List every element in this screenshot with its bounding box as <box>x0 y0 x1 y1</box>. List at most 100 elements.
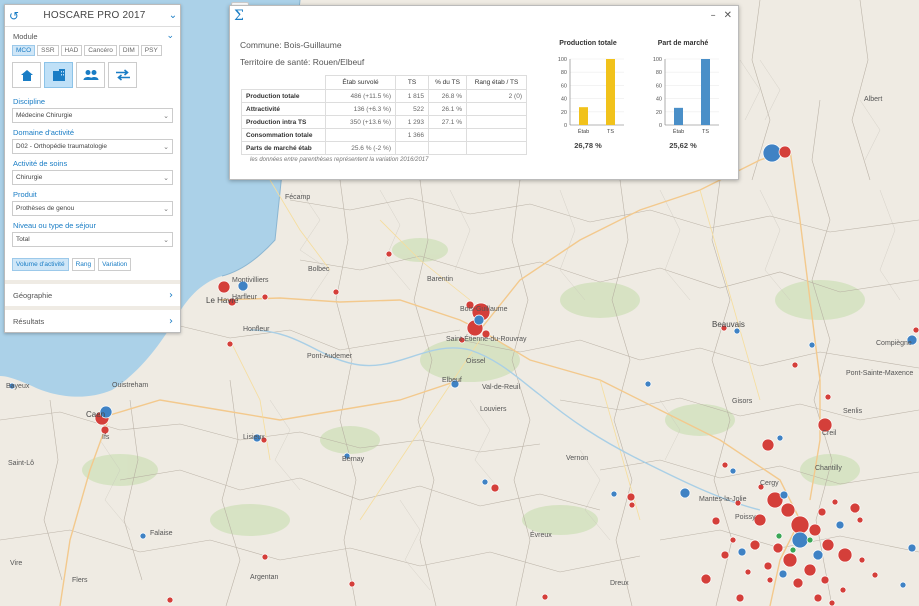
y-tick-label: 20 <box>561 110 567 116</box>
x-tick-label: TS <box>607 129 614 135</box>
map-label-saint-lo: Saint-Lô <box>8 460 35 467</box>
stats-table: Étab survolé TS % du TS Rang étab / TS P… <box>241 75 527 155</box>
domaine-select[interactable]: D02 - Orthopédie traumatologie ⌄ <box>12 139 173 154</box>
table-cell <box>466 128 527 142</box>
app-title: HOSCARE PRO 2017 <box>43 10 146 21</box>
chevron-down-icon: ⌄ <box>163 235 169 244</box>
produit-select[interactable]: Prothèses de genou ⌄ <box>12 201 173 216</box>
transfer-button[interactable] <box>108 62 137 88</box>
sigma-icon: Σ <box>234 8 244 24</box>
tab-ssr[interactable]: SSR <box>37 45 59 56</box>
activite-value: Chirurgie <box>16 174 43 181</box>
patients-icon <box>83 70 98 80</box>
map-label-vire: Vire <box>10 560 23 567</box>
map-label-caen: Caen <box>86 410 106 419</box>
table-row: Production totale 486 (+11.5 %) 1 815 26.8 … <box>241 89 527 103</box>
tab-cancero[interactable]: Cancéro <box>84 45 117 56</box>
resultats-section[interactable]: Résultats › <box>5 306 180 332</box>
establishment-button[interactable] <box>12 62 41 88</box>
table-cell: Attractivité <box>241 102 326 116</box>
map-label-mantes: Mantes-la-Jolie <box>699 496 747 503</box>
minimize-icon[interactable]: – <box>711 10 716 21</box>
map-label-fecamp: Fécamp <box>285 194 311 201</box>
map-label-louviers: Louviers <box>480 406 507 413</box>
rang-button[interactable]: Rang <box>71 258 96 271</box>
map-label-vernon: Vernon <box>566 455 589 462</box>
y-tick-label: 100 <box>558 57 567 63</box>
discipline-value: Médecine Chirurgie <box>16 112 73 119</box>
map-label-chantilly: Chantilly <box>815 465 842 472</box>
map-label-flers: Flers <box>72 577 88 584</box>
x-tick-label: TS <box>702 129 709 135</box>
x-tick-label: Étab <box>673 128 684 135</box>
map-label-beauvais: Beauvais <box>712 320 745 329</box>
table-header: TS <box>395 75 429 90</box>
map-label-barentin: Barentin <box>427 276 454 283</box>
map-label-montivilliers: Montivilliers <box>232 277 269 284</box>
building-button[interactable] <box>44 62 73 88</box>
discipline-select[interactable]: Médecine Chirurgie ⌄ <box>12 108 173 123</box>
table-cell: 26.8 % <box>428 89 467 103</box>
table-cell <box>395 141 429 155</box>
table-cell <box>466 141 527 155</box>
niveau-select[interactable]: Total ⌄ <box>12 232 173 247</box>
table-cell: 26.1 % <box>428 102 467 116</box>
market-share-chart-block: Part de marché 0 20 40 60 80 100 Étab TS 25,62 … <box>643 40 723 150</box>
tab-dim[interactable]: DIM <box>118 45 139 56</box>
y-tick-label: 100 <box>653 57 662 63</box>
geographie-section[interactable]: Géographie › <box>5 280 180 306</box>
establishment-icon <box>20 69 33 81</box>
territoire-text: Territoire de santé: Rouen/Elbeuf <box>240 57 365 67</box>
y-tick-label: 60 <box>656 83 662 89</box>
chevron-right-icon: › <box>169 315 173 327</box>
variation-button[interactable]: Variation <box>98 258 132 271</box>
refresh-icon[interactable]: ↺ <box>5 9 23 23</box>
table-cell <box>466 115 527 129</box>
map-label-pont-audemer: Pont-Audemer <box>307 353 353 360</box>
y-tick-label: 80 <box>656 70 662 76</box>
resultats-label: Résultats <box>13 316 45 326</box>
tab-psy[interactable]: PSY <box>140 45 162 56</box>
map-label-evreux: Évreux <box>530 532 552 539</box>
map-label-le-havre: Le Havre <box>206 296 239 305</box>
table-row: Parts de marché étab 25.6 % (-2 %) <box>241 141 527 155</box>
view-icons <box>5 58 180 92</box>
bar-tab <box>674 107 683 125</box>
activite-label: Activité de soins <box>13 159 68 168</box>
map-label-poissy: Poissy <box>735 514 756 521</box>
chevron-down-icon[interactable]: ⌄ <box>166 10 180 21</box>
view-buttons: Volume d'activité Rang Variation <box>5 247 180 280</box>
table-cell <box>428 128 467 142</box>
module-row[interactable]: Module ⌄ <box>5 27 180 43</box>
building-icon <box>52 69 65 81</box>
tab-mco[interactable]: MCO <box>12 45 36 56</box>
chevron-down-icon[interactable]: ⌄ <box>166 31 174 41</box>
patients-button[interactable] <box>76 62 105 88</box>
table-header-row: Étab survolé TS % du TS Rang étab / TS <box>242 75 527 90</box>
map-label-lisieux: Lisieux <box>243 434 265 441</box>
commune-text: Commune: Bois-Guillaume <box>240 40 342 50</box>
activite-select[interactable]: Chirurgie ⌄ <box>12 170 173 185</box>
table-row: Consommation totale 1 366 <box>241 128 527 142</box>
table-cell: 25.6 % (-2 %) <box>325 141 396 155</box>
table-cell: 2 (0) <box>466 89 527 103</box>
chevron-down-icon: ⌄ <box>163 142 169 151</box>
chevron-down-icon: ⌄ <box>163 204 169 213</box>
map-label-bayeux: Bayeux <box>6 383 30 390</box>
transfer-icon <box>115 69 130 81</box>
tab-had[interactable]: HAD <box>60 45 83 56</box>
volume-button[interactable]: Volume d'activité <box>12 258 69 271</box>
market-share-chart-pct: 25,62 % <box>669 141 697 150</box>
chevron-down-icon: ⌄ <box>163 173 169 182</box>
table-cell: 1 815 <box>395 89 429 103</box>
y-tick-label: 20 <box>656 110 662 116</box>
table-row: Attractivité 136 (+6.3 %) 522 26.1 % <box>241 102 527 116</box>
map-label-honfleur: Honfleur <box>243 326 270 333</box>
table-cell: Production intra TS <box>241 115 326 129</box>
close-icon[interactable]: ✕ <box>724 10 732 21</box>
table-cell: 522 <box>395 102 429 116</box>
map-label-argentan: Argentan <box>250 574 279 581</box>
table-cell <box>325 128 396 142</box>
module-tabs: MCO SSR HAD Cancéro DIM PSY <box>5 43 180 58</box>
map-label-albert: Albert <box>864 96 883 103</box>
